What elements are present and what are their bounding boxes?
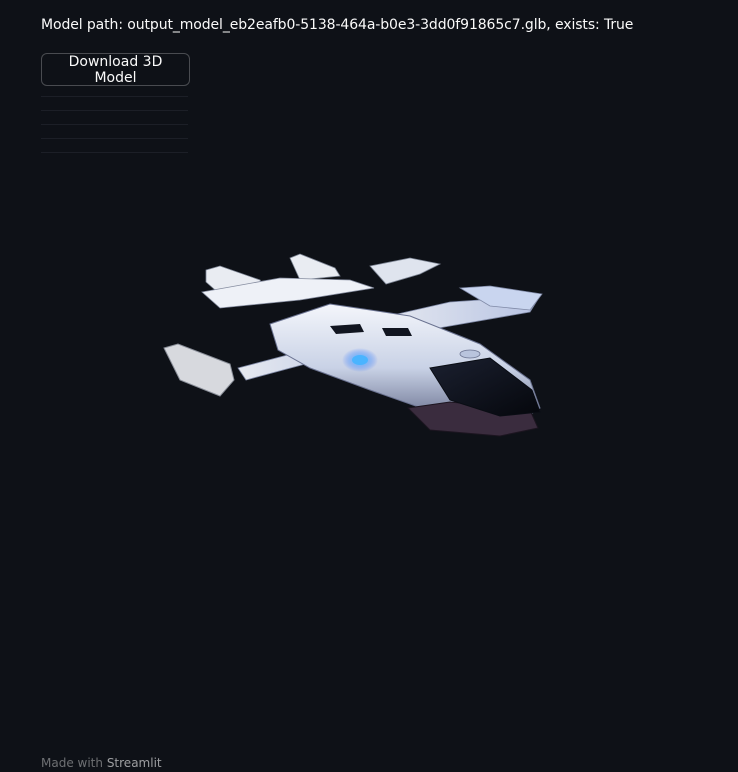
- placeholder-line: [41, 110, 188, 111]
- placeholder-line: [41, 96, 188, 97]
- footer-made-with: Made with: [41, 756, 103, 770]
- placeholder-line: [41, 138, 188, 139]
- model-path-status: Model path: output_model_eb2eafb0-5138-4…: [41, 17, 634, 33]
- streamlit-footer: Made with Streamlit: [41, 755, 162, 771]
- empty-element-placeholders: [41, 96, 188, 166]
- placeholder-line: [41, 152, 188, 153]
- download-3d-model-button[interactable]: Download 3D Model: [41, 53, 190, 86]
- placeholder-line: [41, 124, 188, 125]
- aircraft-model-image: [163, 253, 543, 437]
- footer-streamlit-link[interactable]: Streamlit: [107, 756, 162, 770]
- streamlit-app: Model path: output_model_eb2eafb0-5138-4…: [0, 0, 738, 772]
- model-viewer[interactable]: [150, 240, 560, 450]
